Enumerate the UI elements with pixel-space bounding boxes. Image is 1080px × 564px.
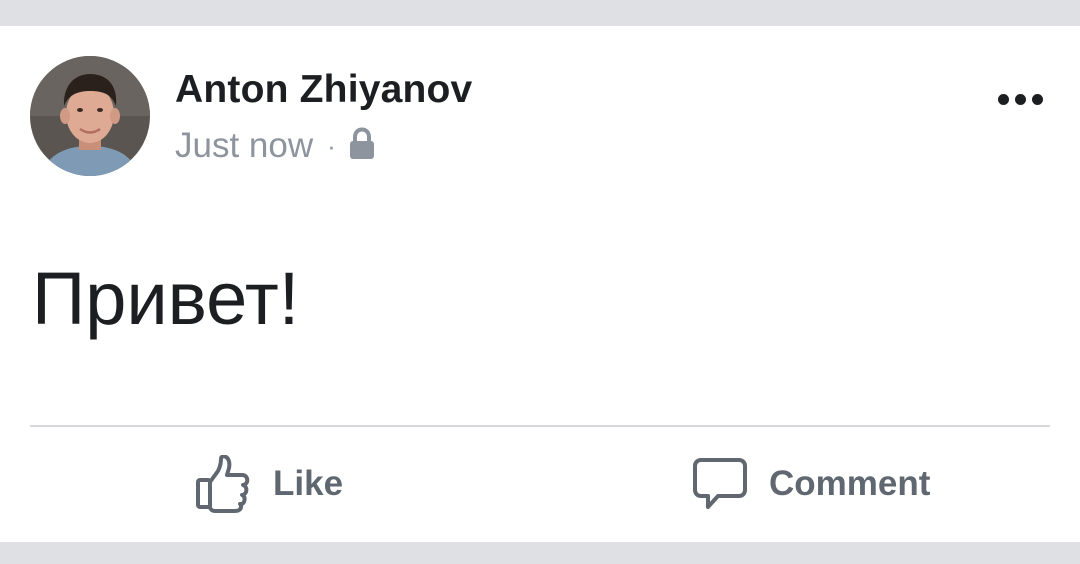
post-body: Привет!: [32, 257, 300, 340]
lock-icon[interactable]: [348, 127, 376, 161]
post-meta: Just now ·: [175, 126, 376, 166]
like-label: Like: [273, 464, 344, 503]
meta-separator: ·: [327, 130, 336, 161]
comment-label: Comment: [769, 464, 931, 503]
thumbs-up-icon: [195, 455, 251, 513]
divider: [30, 425, 1050, 427]
avatar-photo: [30, 56, 150, 176]
more-dot: [1014, 93, 1026, 105]
post-card: Anton Zhiyanov Just now · Привет! Like C…: [0, 26, 1080, 542]
more-dot: [1031, 93, 1043, 105]
author-name[interactable]: Anton Zhiyanov: [175, 68, 472, 112]
avatar[interactable]: [30, 56, 150, 176]
post-timestamp[interactable]: Just now: [175, 126, 313, 166]
speech-bubble-icon: [693, 457, 747, 511]
more-options-icon[interactable]: [990, 84, 1050, 114]
more-dot: [997, 93, 1009, 105]
comment-button[interactable]: Comment: [693, 454, 930, 514]
like-button[interactable]: Like: [195, 454, 343, 514]
